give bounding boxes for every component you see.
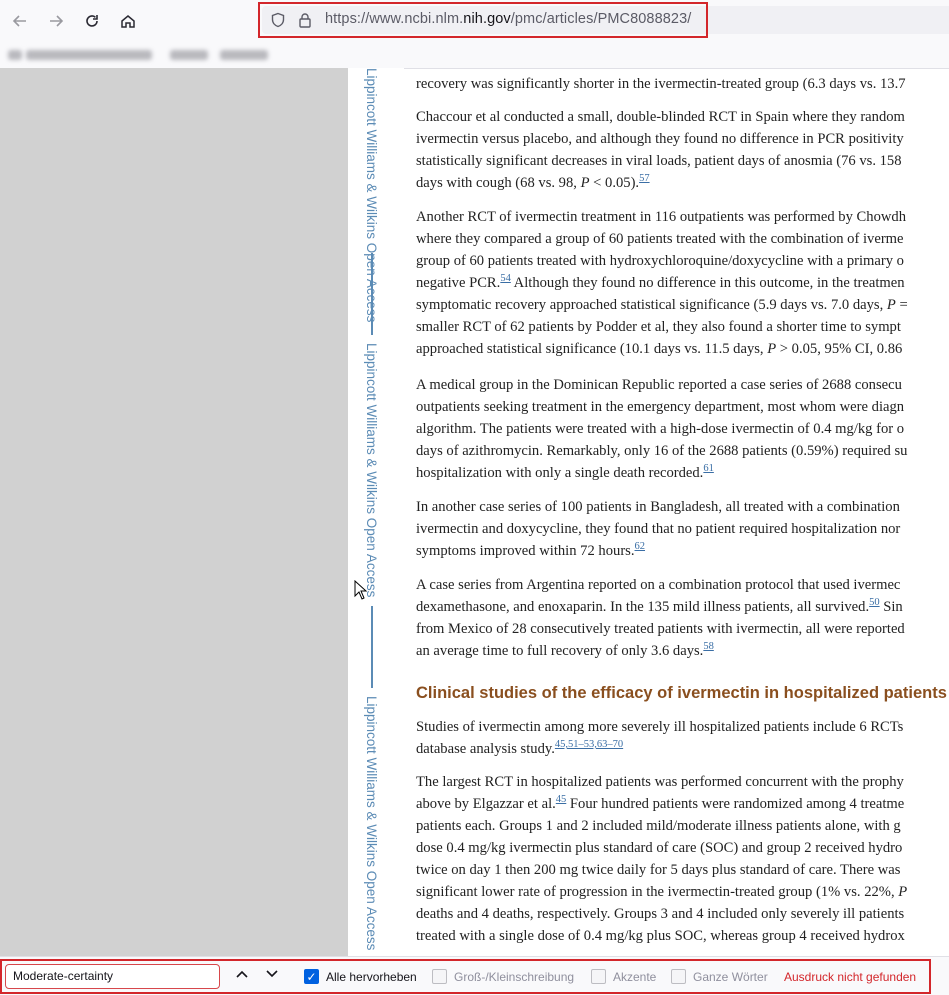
reference-link[interactable]: 45,51–53,63–70 (555, 739, 623, 750)
back-arrow-icon[interactable] (8, 9, 32, 33)
text-line: negative PCR.54 Although they found no d… (416, 273, 905, 291)
paragraph: Another RCT of ivermectin treatment in 1… (416, 206, 908, 360)
text-line: twice on day 1 then 200 mg twice daily f… (416, 862, 901, 878)
mouse-cursor-icon (354, 579, 368, 605)
reference-link[interactable]: 50 (869, 597, 880, 608)
text-line: significant lower rate of progression in… (416, 884, 908, 900)
reference-link[interactable]: 45 (556, 794, 567, 805)
text-line: days with cough (68 vs. 98, P < 0.05).57 (416, 173, 650, 191)
text-line: patients each. Groups 1 and 2 included m… (416, 818, 901, 834)
paragraph: recovery was significantly shorter in th… (416, 73, 906, 95)
forward-arrow-icon[interactable] (44, 9, 68, 33)
text-line: smaller RCT of 62 patients by Podder et … (416, 319, 901, 335)
text-line: dexamethasone, and enoxaparin. In the 13… (416, 597, 903, 615)
find-annotation-box (0, 959, 931, 994)
reference-link[interactable]: 61 (703, 463, 714, 474)
text-line: Chaccour et al conducted a small, double… (416, 109, 905, 125)
browser-toolbar: https://www.ncbi.nlm.nih.gov/pmc/article… (0, 0, 949, 42)
text-line: treated with a single dose of 0.4 mg/kg … (416, 928, 905, 944)
text-line: hospitalization with only a single death… (416, 463, 714, 481)
banner-text: Lippincott Williams & Wilkins Open Acces… (364, 696, 379, 951)
publisher-banner: Lippincott Williams & Wilkins Open Acces… (350, 68, 390, 956)
text-line: ivermectin and doxycycline, they found t… (416, 521, 901, 537)
paragraph: A medical group in the Dominican Republi… (416, 374, 907, 484)
text-line: an average time to full recovery of only… (416, 641, 714, 659)
paragraph: A case series from Argentina reported on… (416, 574, 905, 662)
text-line: A medical group in the Dominican Republi… (416, 377, 902, 393)
text-line: The largest RCT in hospitalized patients… (416, 774, 904, 790)
bookmarks-bar (0, 42, 949, 69)
page-gutter (0, 68, 348, 956)
bookmark-item[interactable] (220, 50, 268, 60)
text-line: database analysis study.45,51–53,63–70 (416, 739, 624, 757)
banner-divider (371, 253, 373, 335)
reload-icon[interactable] (80, 9, 104, 33)
banner-divider (371, 606, 373, 688)
find-bar: Moderate-certainty ✓ Alle hervorheben Gr… (0, 956, 949, 995)
text-line: dose 0.4 mg/kg ivermectin plus standard … (416, 840, 903, 856)
bookmark-item[interactable] (26, 50, 152, 60)
text-line: deaths and 4 deaths, respectively. Group… (416, 906, 905, 922)
banner-text: Lippincott Williams & Wilkins Open Acces… (364, 343, 379, 598)
text-line: from Mexico of 28 consecutively treated … (416, 621, 905, 637)
text-line: ivermectin versus placebo, and although … (416, 131, 904, 147)
text-line: Studies of ivermectin among more severel… (416, 719, 904, 735)
text-line: days of azithromycin. Remarkably, only 1… (416, 443, 908, 459)
text-line: Another RCT of ivermectin treatment in 1… (416, 209, 907, 225)
text-line: statistically significant decreases in v… (416, 153, 902, 169)
article-body: recovery was significantly shorter in th… (416, 68, 949, 956)
text-line: approached statistical significance (10.… (416, 341, 903, 357)
home-icon[interactable] (116, 9, 140, 33)
bookmark-icon[interactable] (8, 50, 22, 60)
text-line: group of 60 patients treated with hydrox… (416, 253, 904, 269)
text-line: In another case series of 100 patients i… (416, 499, 900, 515)
text-line: where they compared a group of 60 patien… (416, 231, 904, 247)
text-line: above by Elgazzar et al.45 Four hundred … (416, 794, 905, 812)
url-annotation-box (258, 2, 708, 38)
paragraph: The largest RCT in hospitalized patients… (416, 771, 907, 947)
text-line: symptomatic recovery approached statisti… (416, 297, 908, 313)
paragraph: In another case series of 100 patients i… (416, 496, 900, 562)
reference-link[interactable]: 62 (635, 541, 646, 552)
text-line: outpatients seeking treatment in the eme… (416, 399, 905, 415)
reference-link[interactable]: 57 (639, 173, 650, 184)
text-line: A case series from Argentina reported on… (416, 577, 901, 593)
text-line: recovery was significantly shorter in th… (416, 76, 906, 92)
section-heading: Clinical studies of the efficacy of iver… (416, 684, 947, 702)
bookmark-item[interactable] (170, 50, 208, 60)
paragraph: Studies of ivermectin among more severel… (416, 716, 903, 760)
text-line: algorithm. The patients were treated wit… (416, 421, 905, 437)
reference-link[interactable]: 58 (703, 641, 714, 652)
paragraph: Chaccour et al conducted a small, double… (416, 106, 905, 194)
reference-link[interactable]: 54 (500, 273, 511, 284)
text-line: symptoms improved within 72 hours.62 (416, 541, 646, 559)
